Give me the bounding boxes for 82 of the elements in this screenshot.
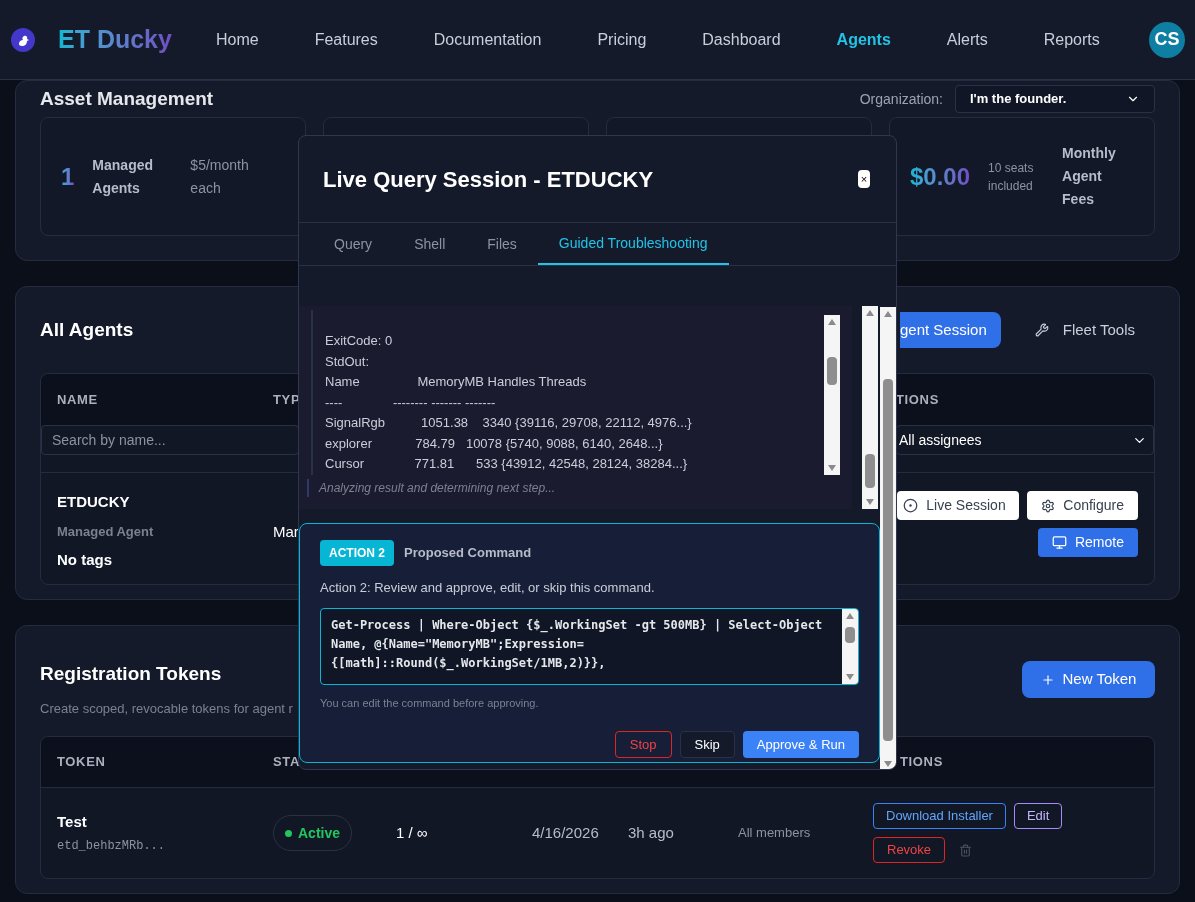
scroll-down-arrow-icon[interactable]	[865, 498, 875, 506]
section-title: Asset Management	[40, 86, 214, 111]
token-last-used: 3h ago	[628, 822, 675, 843]
scroll-down-arrow-icon[interactable]	[845, 672, 855, 681]
nav-link[interactable]: Dashboard	[702, 27, 781, 52]
scroll-up-arrow-icon[interactable]	[845, 611, 855, 620]
token-scope: All members	[738, 824, 812, 843]
assignee-select[interactable]: All assignees	[896, 425, 1154, 455]
new-token-button[interactable]: New Token	[1022, 661, 1155, 698]
scroll-down-arrow-icon[interactable]	[883, 760, 893, 768]
plus-icon	[1040, 672, 1055, 687]
revoke-button[interactable]: Revoke	[873, 837, 946, 863]
token-action-button[interactable]: Download Installer	[873, 803, 1006, 829]
command-editor[interactable]: Get-Process | Where-Object {$_.WorkingSet -gt 500MB} | Select-Object Name, @{Name="MemoryMB";Expression={[math]::Round($_.WorkingSet/1MB,2)}},	[320, 607, 859, 685]
fleet-tools-button[interactable]: Fleet Tools	[1034, 318, 1135, 342]
trash-icon[interactable]	[959, 843, 973, 857]
column-header: TIONS	[900, 753, 944, 772]
organization-label: Organization:	[859, 89, 943, 109]
scroll-thumb[interactable]	[845, 626, 855, 643]
agent-kind: Managed Agent	[57, 522, 155, 541]
monitor-icon	[1051, 535, 1067, 550]
agent-type: Mar	[273, 522, 299, 542]
scrollbar[interactable]	[842, 608, 858, 684]
action-badge: ACTION 2	[320, 540, 394, 566]
agent-session-button[interactable]: gent Session	[900, 312, 1001, 348]
nav-link[interactable]: Features	[314, 27, 378, 52]
nav-link[interactable]: Pricing	[597, 27, 647, 52]
duck-logo-icon	[10, 26, 36, 53]
modal-tab[interactable]: Shell	[393, 223, 467, 265]
scroll-thumb[interactable]	[883, 379, 893, 741]
scroll-up-arrow-icon[interactable]	[827, 318, 837, 326]
section-subtitle: Create scoped, revocable tokens for agent r	[40, 699, 293, 718]
configure-button[interactable]: Configure	[1027, 491, 1138, 520]
stat-label: Monthly Agent Fees	[1062, 144, 1117, 209]
modal-tab[interactable]: Files	[466, 223, 538, 265]
nav-link[interactable]: Reports	[1043, 27, 1100, 52]
nav-link[interactable]: Alerts	[946, 27, 988, 52]
action-button[interactable]: Stop	[614, 731, 672, 758]
action-button[interactable]: Approve & Run	[742, 731, 859, 758]
wrench-icon	[1034, 323, 1049, 337]
scrollbar[interactable]	[880, 307, 896, 769]
scrollbar[interactable]	[862, 306, 878, 509]
column-header: TOKEN	[57, 753, 107, 772]
nav-link[interactable]: Agents	[836, 27, 891, 52]
column-header: TIONS	[896, 390, 940, 409]
settings-icon	[1041, 498, 1056, 513]
agent-tags: No tags	[57, 549, 273, 572]
stat-note: 10 seats included	[988, 159, 1035, 195]
column-header: STA	[273, 753, 300, 772]
section-title: Registration Tokens	[40, 662, 223, 686]
token-action-button[interactable]: Edit	[1013, 803, 1063, 829]
action-heading: Proposed Command	[404, 544, 532, 563]
section-title: All Agents	[40, 317, 134, 342]
nav-link[interactable]: Documentation	[433, 27, 542, 52]
remote-button[interactable]: Remote	[1037, 528, 1138, 557]
live-session-button[interactable]: Live Session	[897, 491, 1020, 520]
modal-tab[interactable]: Guided Troubleshooting	[537, 223, 729, 265]
user-avatar[interactable]: CS	[1149, 21, 1185, 58]
edit-hint: You can edit the command before approving.	[320, 695, 540, 711]
column-header: NAME	[57, 390, 99, 409]
token-name: Test	[57, 811, 88, 832]
action-description: Action 2: Review and approve, edit, or skip this command.	[320, 579, 656, 597]
modal-tab[interactable]: Query	[313, 223, 394, 265]
search-field[interactable]: Search by name...	[41, 425, 299, 455]
modal-title: Live Query Session - ETDUCKY	[323, 165, 654, 194]
token-created: 4/16/2026	[532, 822, 600, 843]
action-button[interactable]: Skip	[679, 731, 735, 758]
token-uses: 1 / ∞	[396, 822, 429, 843]
scroll-thumb[interactable]	[865, 454, 875, 488]
status-message: Analyzing result and determining next step...	[307, 479, 852, 497]
token-value: etd_behbzMRb...	[57, 838, 167, 856]
nav-link[interactable]: Home	[215, 27, 259, 52]
scrollbar[interactable]	[824, 315, 840, 475]
target-icon	[903, 498, 919, 513]
column-header: TYP	[273, 390, 301, 409]
stat-label: Managed Agents	[92, 155, 155, 198]
organization-select[interactable]: I'm the founder.	[955, 85, 1155, 113]
scroll-down-arrow-icon[interactable]	[827, 464, 837, 472]
close-button[interactable]: ×	[858, 170, 870, 188]
stat-note: $5/month each	[190, 155, 250, 198]
agent-name: ETDUCKY	[57, 492, 131, 512]
scroll-thumb[interactable]	[827, 357, 837, 385]
